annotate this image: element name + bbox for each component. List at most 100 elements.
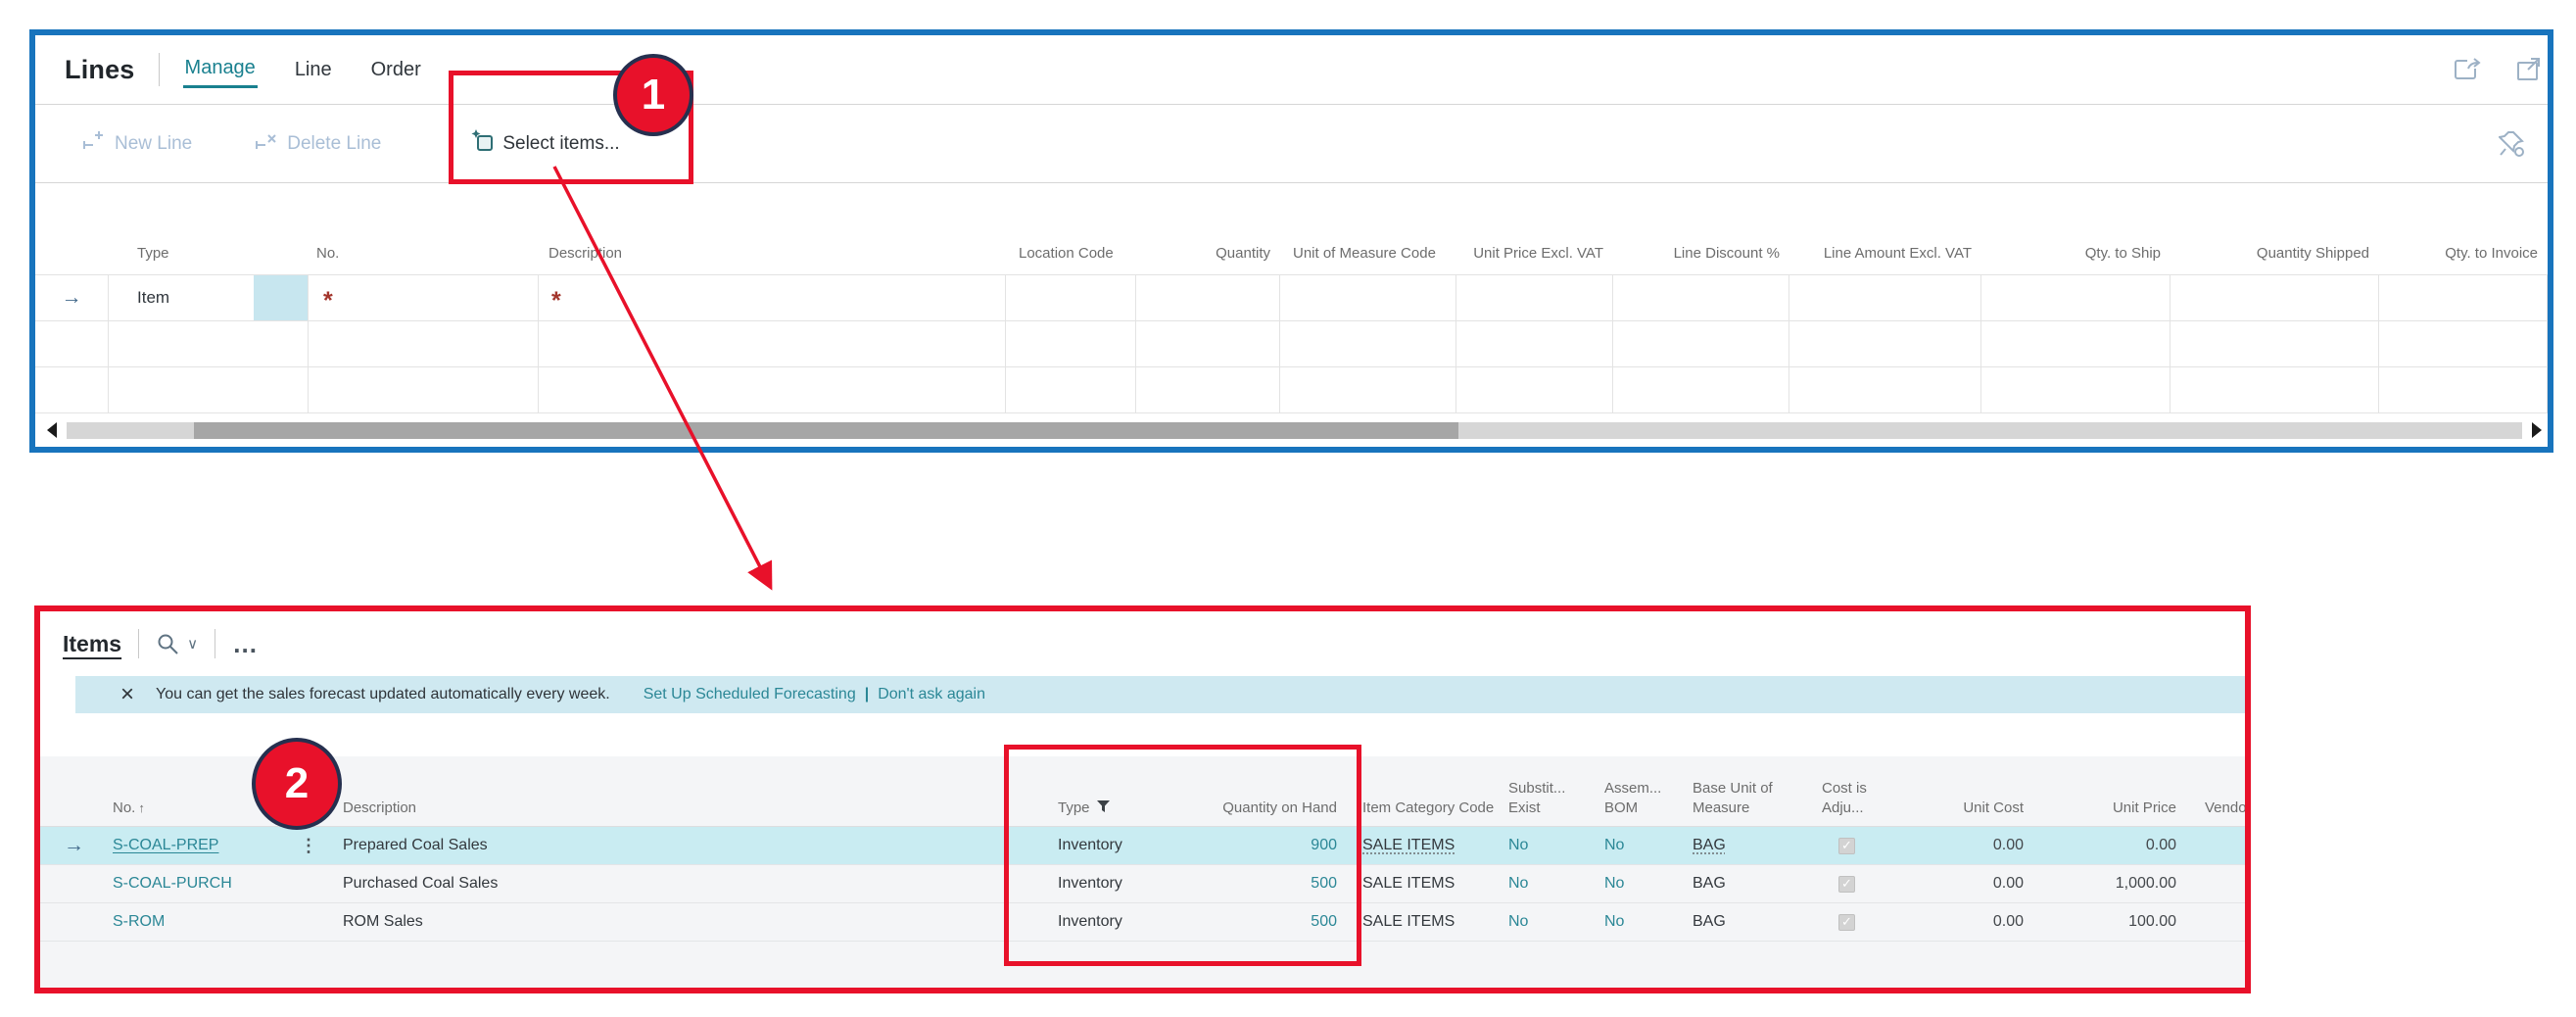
item-no-link[interactable]: S-COAL-PREP (113, 837, 218, 853)
qty-to-ship-cell[interactable] (1981, 321, 2171, 367)
assembly-bom-cell[interactable]: No (1599, 913, 1688, 931)
assembly-bom-value[interactable]: No (1604, 913, 1624, 930)
substitutes-exist-cell[interactable]: No (1503, 875, 1599, 893)
quantity-cell[interactable] (1136, 321, 1280, 367)
tab-line[interactable]: Line (293, 53, 334, 87)
assembly-bom-value[interactable]: No (1604, 837, 1624, 853)
qty-to-invoice-cell[interactable] (2379, 275, 2548, 321)
delete-line-button[interactable]: Delete Line (255, 130, 381, 158)
row-menu-cell[interactable] (300, 836, 339, 856)
column-header-vendor[interactable]: Vendor (2181, 799, 2245, 818)
tab-order[interactable]: Order (369, 53, 423, 87)
row-selector-cell[interactable] (40, 834, 108, 857)
scroll-left-icon[interactable] (47, 422, 57, 438)
item-no-link[interactable]: S-ROM (113, 913, 165, 930)
quantity-shipped-cell[interactable] (2171, 367, 2379, 413)
substitutes-exist-value[interactable]: No (1508, 837, 1528, 853)
uom-cell[interactable] (1280, 367, 1456, 413)
items-title[interactable]: Items (63, 631, 121, 657)
setup-forecasting-link[interactable]: Set Up Scheduled Forecasting (644, 686, 856, 703)
column-header-unit-price[interactable]: Unit Price Excl. VAT (1456, 244, 1613, 264)
row-selector-cell[interactable] (35, 321, 109, 367)
quantity-shipped-cell[interactable] (2171, 321, 2379, 367)
item-category-cell[interactable]: SALE ITEMS (1342, 837, 1503, 854)
tab-manage[interactable]: Manage (183, 51, 258, 88)
unit-price-cell[interactable] (1456, 367, 1613, 413)
column-header-cost-is-adjusted[interactable]: Cost is Adju... (1817, 779, 1890, 817)
column-header-unit-of-measure-code[interactable]: Unit of Measure Code (1280, 244, 1456, 264)
search-icon[interactable] (156, 632, 180, 656)
item-category-value[interactable]: SALE ITEMS (1362, 837, 1455, 853)
uom-cell[interactable] (1280, 321, 1456, 367)
unit-price-cell[interactable] (1456, 275, 1613, 321)
substitutes-exist-cell[interactable]: No (1503, 837, 1599, 854)
column-header-location-code[interactable]: Location Code (1006, 244, 1136, 264)
column-header-unit-price[interactable]: Unit Price (2028, 799, 2181, 818)
scrollbar-thumb[interactable] (194, 422, 1458, 439)
substitutes-exist-cell[interactable]: No (1503, 913, 1599, 931)
dont-ask-again-link[interactable]: Don't ask again (878, 686, 985, 703)
no-cell[interactable]: S-ROM (108, 913, 300, 931)
base-unit-of-measure-cell[interactable]: BAG (1688, 837, 1817, 854)
scrollbar-track[interactable] (67, 422, 2522, 439)
scroll-right-icon[interactable] (2532, 422, 2542, 438)
location-code-cell[interactable] (1006, 321, 1136, 367)
row-selector-cell[interactable] (35, 367, 109, 413)
no-cell[interactable]: S-COAL-PURCH (108, 875, 300, 893)
qty-to-ship-cell[interactable] (1981, 275, 2171, 321)
row-options-icon[interactable] (300, 839, 317, 855)
no-cell[interactable] (309, 367, 539, 413)
column-header-quantity[interactable]: Quantity (1136, 244, 1280, 264)
type-cell[interactable]: Item (109, 275, 309, 321)
substitutes-exist-value[interactable]: No (1508, 913, 1528, 930)
description-cell[interactable] (539, 367, 1006, 413)
line-discount-cell[interactable] (1613, 367, 1789, 413)
qty-to-invoice-cell[interactable] (2379, 367, 2548, 413)
column-header-description[interactable]: Description (339, 799, 1048, 818)
line-discount-cell[interactable] (1613, 321, 1789, 367)
column-header-quantity-shipped[interactable]: Quantity Shipped (2171, 244, 2379, 264)
close-icon[interactable] (120, 681, 134, 708)
line-discount-cell[interactable] (1613, 275, 1789, 321)
column-header-qty-to-ship[interactable]: Qty. to Ship (1981, 244, 2171, 264)
assembly-bom-value[interactable]: No (1604, 875, 1624, 892)
column-header-line-amount[interactable]: Line Amount Excl. VAT (1789, 244, 1981, 264)
quantity-shipped-cell[interactable] (2171, 275, 2379, 321)
pin-icon[interactable] (2499, 130, 2524, 157)
more-options-icon[interactable] (232, 629, 260, 659)
base-unit-of-measure-cell[interactable]: BAG (1688, 913, 1817, 931)
popout-icon[interactable] (2515, 57, 2542, 82)
item-no-link[interactable]: S-COAL-PURCH (113, 875, 232, 892)
qty-to-ship-cell[interactable] (1981, 367, 2171, 413)
description-cell[interactable]: * (539, 275, 1006, 321)
column-header-no[interactable]: No. (309, 244, 539, 264)
type-cell[interactable] (109, 321, 309, 367)
column-header-line-discount[interactable]: Line Discount % (1613, 244, 1789, 264)
assembly-bom-cell[interactable]: No (1599, 875, 1688, 893)
location-code-cell[interactable] (1006, 275, 1136, 321)
row-selector-cell[interactable] (35, 275, 109, 321)
column-header-type[interactable]: Type (109, 244, 309, 264)
unit-price-cell[interactable] (1456, 321, 1613, 367)
quantity-cell[interactable] (1136, 367, 1280, 413)
substitutes-exist-value[interactable]: No (1508, 875, 1528, 892)
no-cell[interactable]: S-COAL-PREP (108, 837, 300, 854)
qty-to-invoice-cell[interactable] (2379, 321, 2548, 367)
location-code-cell[interactable] (1006, 367, 1136, 413)
base-unit-of-measure-cell[interactable]: BAG (1688, 875, 1817, 893)
line-amount-cell[interactable] (1789, 367, 1981, 413)
assembly-bom-cell[interactable]: No (1599, 837, 1688, 854)
chevron-down-icon[interactable] (187, 635, 198, 654)
type-cell[interactable] (109, 367, 309, 413)
column-header-substitutes-exist[interactable]: Substit... Exist (1503, 779, 1599, 817)
column-header-assembly-bom[interactable]: Assem... BOM (1599, 779, 1688, 817)
column-header-unit-cost[interactable]: Unit Cost (1890, 799, 2028, 818)
description-cell[interactable] (539, 321, 1006, 367)
column-header-description[interactable]: Description (539, 244, 1006, 264)
quantity-cell[interactable] (1136, 275, 1280, 321)
item-category-cell[interactable]: SALE ITEMS (1342, 875, 1503, 893)
uom-cell[interactable] (1280, 275, 1456, 321)
line-amount-cell[interactable] (1789, 275, 1981, 321)
item-category-cell[interactable]: SALE ITEMS (1342, 913, 1503, 931)
column-header-base-unit-of-measure[interactable]: Base Unit of Measure (1688, 779, 1817, 817)
